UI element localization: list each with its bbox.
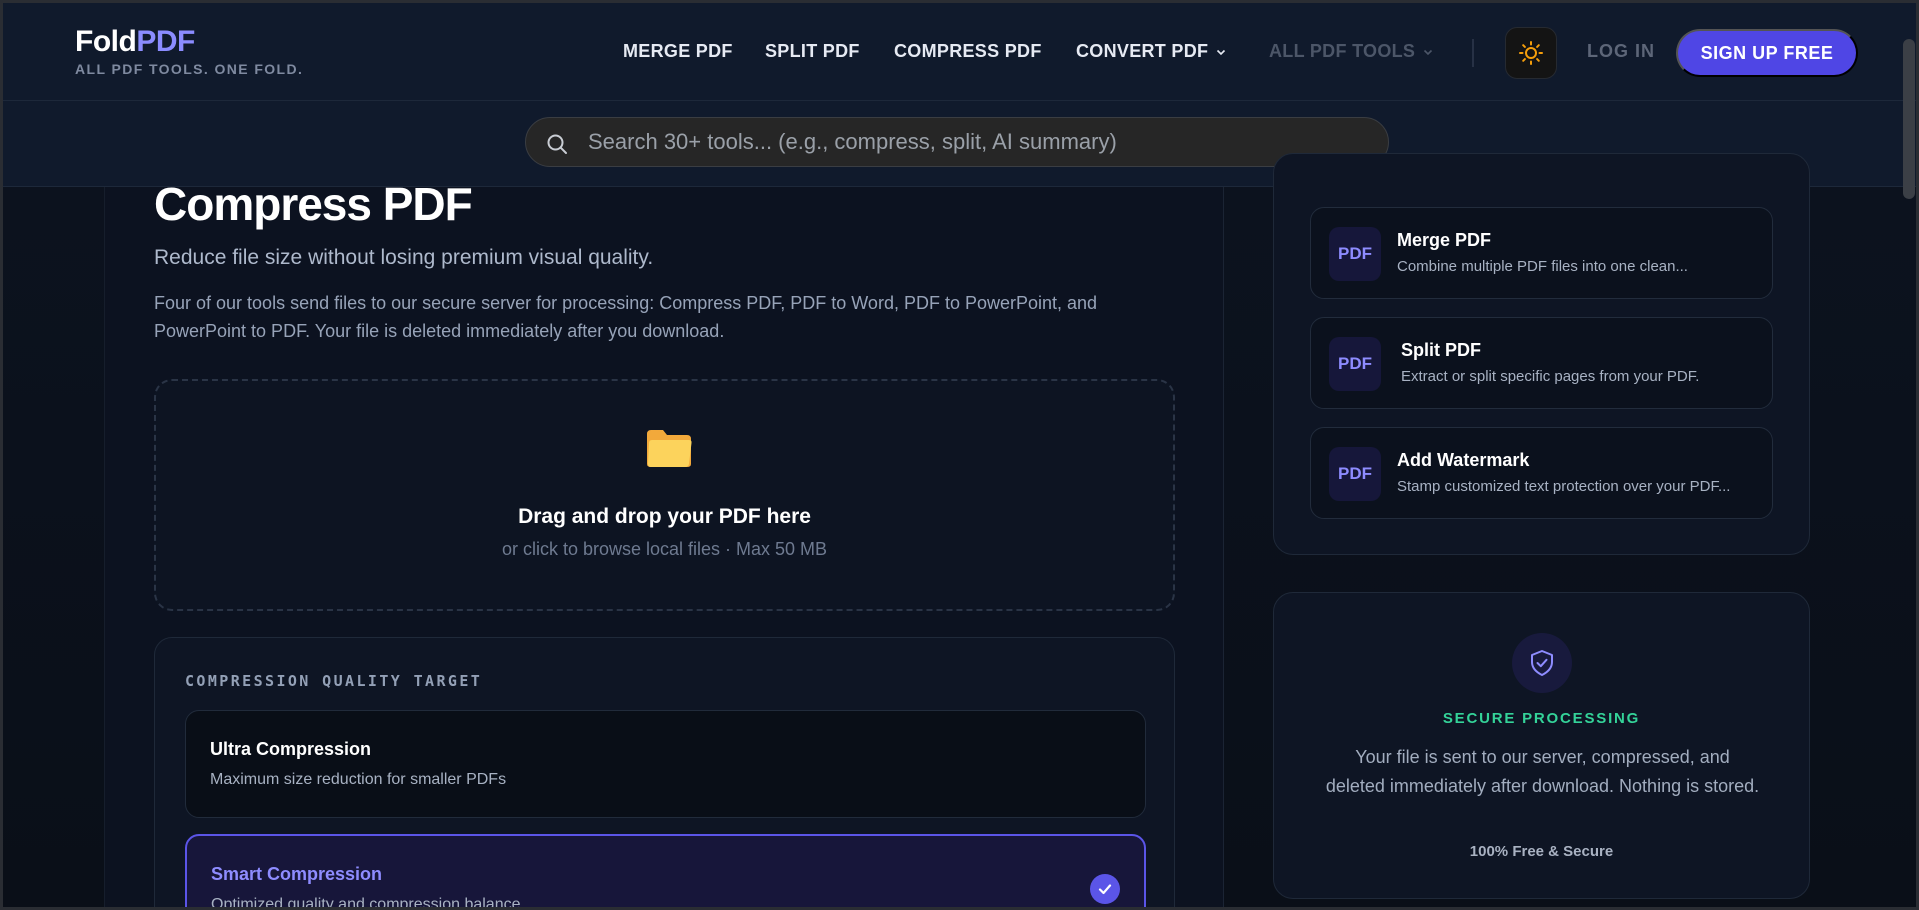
secure-footer: 100% Free & Secure bbox=[1469, 843, 1614, 860]
tool-description: Combine multiple PDF files into one clea… bbox=[1397, 258, 1688, 275]
folder-icon bbox=[647, 430, 692, 467]
quality-heading: COMPRESSION QUALITY TARGET bbox=[185, 672, 483, 690]
secure-title: SECURE PROCESSING bbox=[1442, 710, 1641, 727]
page-title: Compress PDF bbox=[154, 178, 473, 230]
pdf-badge-icon: PDF bbox=[1329, 337, 1381, 391]
nav-convert-pdf[interactable]: CONVERT PDF bbox=[1076, 41, 1226, 62]
nav-all-pdf-tools[interactable]: ALL PDF TOOLS bbox=[1269, 41, 1433, 62]
top-navbar: FoldPDF ALL PDF TOOLS. ONE FOLD. MERGE P… bbox=[3, 3, 1916, 101]
page-description: Four of our tools send files to our secu… bbox=[154, 293, 1098, 341]
option-title: Ultra Compression bbox=[210, 739, 372, 759]
shield-check-icon bbox=[1512, 633, 1572, 693]
nav-divider bbox=[1472, 39, 1474, 67]
tool-description: Stamp customized text protection over yo… bbox=[1397, 478, 1731, 495]
tool-name: Add Watermark bbox=[1397, 450, 1530, 470]
browser-viewport: FoldPDF ALL PDF TOOLS. ONE FOLD. MERGE P… bbox=[0, 0, 1919, 910]
search-icon bbox=[547, 134, 567, 154]
tool-card-add-watermark[interactable]: PDF Add Watermark Stamp customized text … bbox=[1310, 427, 1773, 519]
option-title: Smart Compression bbox=[211, 864, 383, 884]
related-tools-panel: PDF Merge PDF Combine multiple PDF files… bbox=[1273, 153, 1810, 555]
secure-text: Your file is sent to our server, compres… bbox=[1325, 747, 1760, 796]
search-box[interactable] bbox=[525, 117, 1389, 167]
page-subtitle: Reduce file size without losing premium … bbox=[154, 246, 654, 269]
option-description: Optimized quality and compression balanc… bbox=[211, 896, 521, 910]
nav-merge-pdf[interactable]: MERGE PDF bbox=[623, 41, 733, 62]
option-smart-compression[interactable]: Smart Compression Optimized quality and … bbox=[185, 834, 1146, 910]
nav-all-pdf-tools-label: ALL PDF TOOLS bbox=[1269, 41, 1416, 61]
dropzone-title: Drag and drop your PDF here bbox=[518, 505, 811, 528]
dropzone-subtitle: or click to browse local files · Max 50 … bbox=[501, 539, 828, 559]
nav-split-pdf[interactable]: SPLIT PDF bbox=[765, 41, 860, 62]
brand-name-fold: Fold bbox=[75, 25, 137, 58]
brand-name-pdf: PDF bbox=[136, 25, 195, 58]
compression-quality-panel: COMPRESSION QUALITY TARGET Ultra Compres… bbox=[154, 637, 1175, 910]
brand-logo[interactable]: FoldPDF ALL PDF TOOLS. ONE FOLD. bbox=[75, 25, 303, 77]
nav-compress-pdf[interactable]: COMPRESS PDF bbox=[894, 41, 1042, 62]
pdf-badge-icon: PDF bbox=[1329, 447, 1381, 501]
pdf-badge-icon: PDF bbox=[1329, 227, 1381, 281]
check-icon bbox=[1090, 874, 1120, 904]
secure-processing-panel: SECURE PROCESSING Your file is sent to o… bbox=[1273, 592, 1810, 899]
tool-description: Extract or split specific pages from you… bbox=[1401, 368, 1700, 385]
signup-button[interactable]: SIGN UP FREE bbox=[1676, 29, 1858, 77]
brand-tagline: ALL PDF TOOLS. ONE FOLD. bbox=[75, 61, 304, 77]
tool-card-split-pdf[interactable]: PDF Split PDF Extract or split specific … bbox=[1310, 317, 1773, 409]
login-link[interactable]: LOG IN bbox=[1587, 41, 1655, 62]
page-scrollbar[interactable] bbox=[1903, 39, 1915, 199]
pdf-dropzone[interactable]: Drag and drop your PDF here or click to … bbox=[154, 379, 1175, 611]
option-ultra-compression[interactable]: Ultra Compression Maximum size reduction… bbox=[185, 710, 1146, 818]
sun-icon bbox=[1519, 41, 1543, 65]
chevron-down-icon bbox=[1217, 49, 1226, 55]
option-description: Maximum size reduction for smaller PDFs bbox=[210, 771, 507, 788]
chevron-down-icon bbox=[1424, 49, 1433, 55]
nav-convert-pdf-label: CONVERT PDF bbox=[1076, 41, 1209, 61]
brand-name: FoldPDF bbox=[75, 25, 303, 59]
tool-name: Merge PDF bbox=[1397, 230, 1492, 250]
theme-toggle-button[interactable] bbox=[1505, 27, 1557, 79]
tool-name: Split PDF bbox=[1401, 340, 1481, 360]
search-input[interactable] bbox=[588, 118, 1368, 166]
tool-card-merge-pdf[interactable]: PDF Merge PDF Combine multiple PDF files… bbox=[1310, 207, 1773, 299]
